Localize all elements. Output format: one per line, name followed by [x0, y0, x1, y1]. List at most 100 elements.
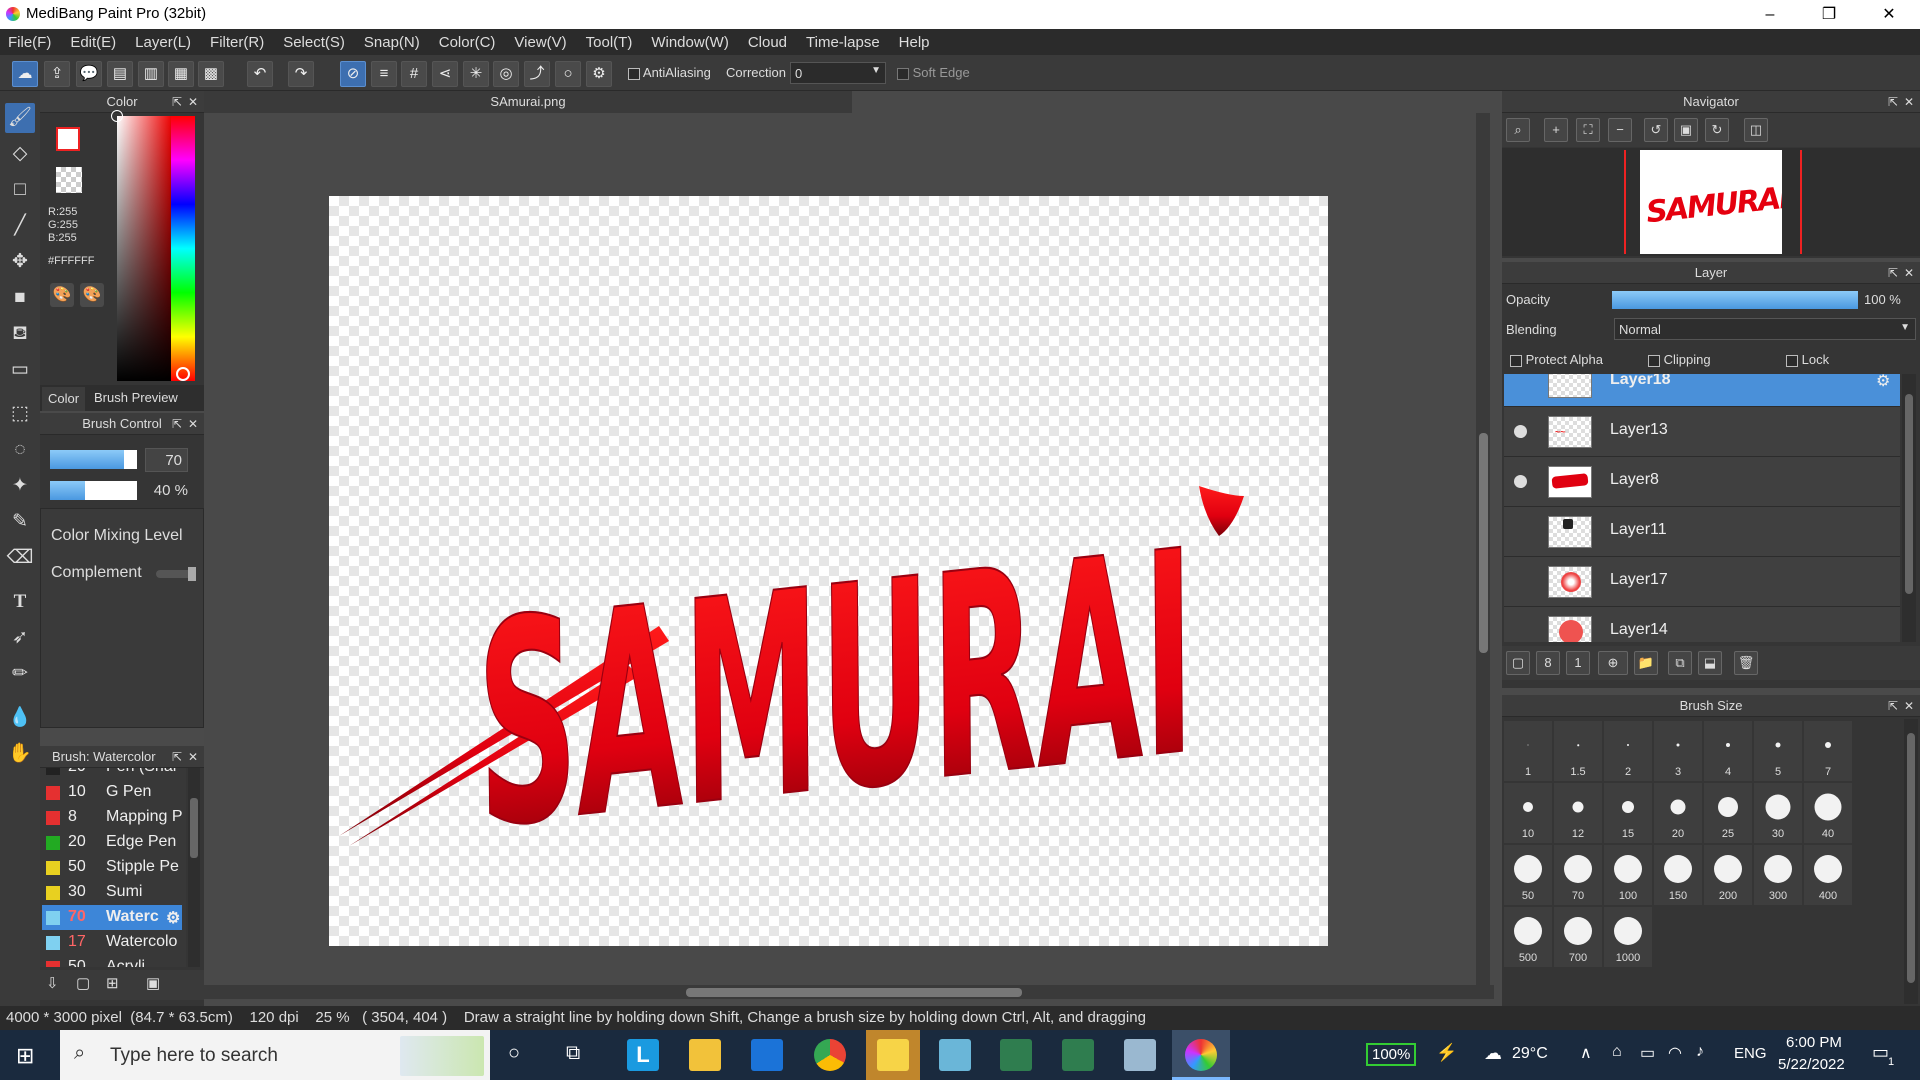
- brush-size-option[interactable]: 150: [1654, 845, 1702, 905]
- duplicate-layer-icon[interactable]: ⧉: [1668, 651, 1692, 675]
- hand-tool-icon[interactable]: ✋: [5, 739, 35, 769]
- brush-size-option[interactable]: 300: [1754, 845, 1802, 905]
- complement-handle[interactable]: [188, 567, 196, 581]
- layer-row-selected[interactable]: Layer18 ⚙: [1504, 374, 1900, 407]
- menu-snap[interactable]: Snap(N): [364, 34, 420, 51]
- menu-tool[interactable]: Tool(T): [586, 34, 633, 51]
- canvas-horizontal-scrollbar[interactable]: [204, 985, 1494, 999]
- medibang-icon[interactable]: [1185, 1039, 1217, 1071]
- new-1bit-layer-icon[interactable]: 1: [1566, 651, 1590, 675]
- brush-size-scrollbar[interactable]: [1904, 719, 1918, 1004]
- zoom-fit-icon[interactable]: ⌕: [1506, 118, 1530, 142]
- list-item[interactable]: 20 Edge Pen: [42, 830, 182, 855]
- soft-edge-checkbox[interactable]: Soft Edge: [897, 65, 970, 80]
- brush-size-option[interactable]: 1000: [1604, 907, 1652, 967]
- new-layer-icon[interactable]: ▢: [1506, 651, 1530, 675]
- close-icon[interactable]: ✕: [1904, 91, 1914, 113]
- brush-size-option[interactable]: 10: [1504, 783, 1552, 843]
- menu-time-lapse[interactable]: Time-lapse: [806, 34, 880, 51]
- file-explorer-icon[interactable]: [689, 1039, 721, 1071]
- layer-row[interactable]: Layer14: [1504, 607, 1900, 642]
- chrome-icon[interactable]: [814, 1039, 846, 1071]
- divide-tool-icon[interactable]: ✏: [5, 659, 35, 689]
- close-icon[interactable]: ✕: [188, 413, 198, 435]
- brush-opacity-slider[interactable]: [50, 481, 137, 500]
- menu-cloud[interactable]: Cloud: [748, 34, 787, 51]
- brush-size-option[interactable]: 30: [1754, 783, 1802, 843]
- circle-snap-icon[interactable]: ○: [555, 61, 581, 87]
- gradient-tool-icon[interactable]: ▭: [5, 355, 35, 385]
- brush-size-option[interactable]: 5: [1754, 721, 1802, 781]
- rect-select-tool-icon[interactable]: ⬚: [5, 399, 35, 429]
- upload-icon[interactable]: ⇪: [44, 61, 70, 87]
- correction-select[interactable]: 0 ▼: [790, 62, 886, 84]
- list-item-selected[interactable]: 70 Waterc ⚙: [42, 905, 182, 930]
- brush-size-option[interactable]: 100: [1604, 845, 1652, 905]
- app-icon[interactable]: [939, 1039, 971, 1071]
- tab-brush-preview[interactable]: Brush Preview: [88, 387, 184, 411]
- cloud-download-icon[interactable]: ⇩: [46, 974, 59, 992]
- palette-add-icon[interactable]: 🎨: [80, 283, 104, 307]
- popout-icon[interactable]: ⇱: [1888, 695, 1898, 717]
- protect-alpha-checkbox[interactable]: Protect Alpha: [1510, 352, 1603, 367]
- page-icon[interactable]: ▥: [138, 61, 164, 87]
- navigator-preview[interactable]: SAMURAI: [1502, 148, 1920, 256]
- notification-icon[interactable]: ▭: [1872, 1042, 1889, 1063]
- brush-size-option[interactable]: 7: [1804, 721, 1852, 781]
- brush-list-scrollbar[interactable]: [188, 768, 200, 967]
- weather-icon[interactable]: ☁: [1484, 1043, 1502, 1064]
- brush-size-option[interactable]: 40: [1804, 783, 1852, 843]
- primary-color-swatch[interactable]: [56, 127, 80, 151]
- list-item[interactable]: 30 Sumi: [42, 880, 182, 905]
- cloud-icon[interactable]: ☁: [12, 61, 38, 87]
- popout-icon[interactable]: ⇱: [1888, 262, 1898, 284]
- brush-size-option[interactable]: 3: [1654, 721, 1702, 781]
- menu-view[interactable]: View(V): [514, 34, 566, 51]
- brush-size-option[interactable]: 2: [1604, 721, 1652, 781]
- menu-edit[interactable]: Edit(E): [70, 34, 116, 51]
- transparent-color-swatch[interactable]: [56, 167, 82, 193]
- parallel-snap-icon[interactable]: ≡: [371, 61, 397, 87]
- brush-size-option[interactable]: 25: [1704, 783, 1752, 843]
- close-icon[interactable]: ✕: [188, 91, 198, 113]
- move-tool-icon[interactable]: ✥: [5, 247, 35, 277]
- complement-slider[interactable]: [156, 567, 196, 581]
- gear-icon[interactable]: ⚙: [166, 908, 180, 928]
- eraser-tool-icon[interactable]: ◇: [5, 139, 35, 169]
- add-brush-icon[interactable]: ⊞: [106, 974, 119, 992]
- list-item[interactable]: 50 Acryli: [42, 955, 182, 967]
- list-item[interactable]: 50 Stipple Pe: [42, 855, 182, 880]
- menu-layer[interactable]: Layer(L): [135, 34, 191, 51]
- lenovo-app-icon[interactable]: L: [627, 1039, 659, 1071]
- antialiasing-checkbox[interactable]: AntiAliasing: [628, 65, 711, 80]
- new-brush-icon[interactable]: ▢: [76, 974, 90, 992]
- flip-horizontal-icon[interactable]: ◫: [1744, 118, 1768, 142]
- panel-layout-icon[interactable]: ▦: [168, 61, 194, 87]
- fill-rect-tool-icon[interactable]: ■: [5, 283, 35, 313]
- radial-snap-icon[interactable]: ✳: [463, 61, 489, 87]
- bucket-tool-icon[interactable]: ⛾: [5, 319, 35, 349]
- zoom-out-icon[interactable]: −: [1608, 118, 1632, 142]
- popout-icon[interactable]: ⇱: [172, 91, 182, 113]
- layer-opacity-slider[interactable]: [1612, 291, 1858, 309]
- clock-date[interactable]: 5/22/2022: [1778, 1056, 1845, 1073]
- brush-size-option[interactable]: 400: [1804, 845, 1852, 905]
- close-icon[interactable]: ✕: [1904, 262, 1914, 284]
- blending-select[interactable]: Normal ▼: [1614, 318, 1916, 340]
- undo-icon[interactable]: ↶: [247, 61, 273, 87]
- clock-time[interactable]: 6:00 PM: [1786, 1034, 1842, 1051]
- visibility-icon[interactable]: [1514, 475, 1527, 488]
- list-item[interactable]: 20 Pen (Shar: [42, 768, 182, 780]
- mail-icon[interactable]: [751, 1039, 783, 1071]
- redo-icon[interactable]: ↷: [288, 61, 314, 87]
- menu-color[interactable]: Color(C): [439, 34, 496, 51]
- picker-handle[interactable]: [111, 110, 123, 122]
- message-icon[interactable]: ▤: [107, 61, 133, 87]
- menu-filter[interactable]: Filter(R): [210, 34, 264, 51]
- delete-layer-icon[interactable]: 🗑: [1734, 651, 1758, 675]
- magic-wand-tool-icon[interactable]: ✦: [5, 471, 35, 501]
- rotate-left-icon[interactable]: ↺: [1644, 118, 1668, 142]
- app-icon[interactable]: [1000, 1039, 1032, 1071]
- brush-tool-icon[interactable]: 🖌: [5, 103, 35, 133]
- document-canvas[interactable]: SAMURAI: [329, 196, 1328, 946]
